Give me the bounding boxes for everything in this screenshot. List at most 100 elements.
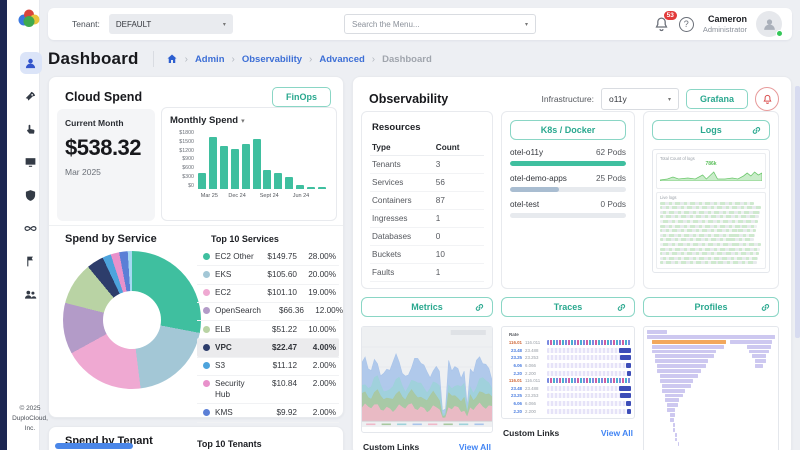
service-row-ec2[interactable]: EC2$101.1019.00%	[197, 284, 339, 302]
service-name: S3	[215, 361, 254, 371]
view-all-link[interactable]: View All	[459, 442, 491, 450]
pod-count: 0 Pods	[601, 200, 627, 209]
sidebar-item-workspaces[interactable]	[20, 151, 42, 173]
k8s-row-otel-demo-apps[interactable]: otel-demo-apps25 Pods	[510, 174, 626, 192]
service-row-vpc[interactable]: VPC $22.47 4.00%	[197, 338, 339, 356]
menu-search-select[interactable]: Search the Menu... ▾	[344, 14, 536, 34]
profiles-thumbnail[interactable]	[643, 326, 779, 450]
user-icon	[24, 57, 37, 70]
trace-rate: 116.01	[505, 378, 522, 383]
service-percent: 20.00%	[302, 270, 336, 279]
trace-row: 116.01116.011	[505, 377, 631, 385]
divider	[49, 225, 343, 226]
menu-search-placeholder: Search the Menu...	[352, 20, 420, 29]
flame-graph-row	[647, 403, 775, 407]
service-name: VPC	[215, 343, 254, 353]
trace-rate-secondary: 2.200	[525, 371, 544, 376]
service-percent: 4.00%	[302, 343, 336, 352]
chevron-down-icon: ▾	[668, 96, 671, 103]
sidebar-item-deployments[interactable]	[20, 85, 42, 107]
traces-thumbnail[interactable]: Rate 116.01116.01123.4823.48823.2523.253…	[501, 326, 635, 419]
service-row-kms[interactable]: KMS$9.922.00%	[197, 403, 339, 421]
copyright-text: © 2025 DuploCloud, Inc.	[7, 404, 53, 434]
infrastructure-select[interactable]: o11y ▾	[601, 88, 679, 110]
profiles-button[interactable]: Profiles	[643, 297, 779, 317]
sidebar-item-devops[interactable]	[20, 217, 42, 239]
topbar: Tenant: DEFAULT ▾ Search the Menu... ▾ 5…	[48, 8, 792, 40]
traces-button[interactable]: Traces	[501, 297, 635, 317]
finops-button[interactable]: FinOps	[272, 87, 331, 107]
service-row-security-hub[interactable]: Security Hub$10.842.00%	[197, 375, 339, 404]
sidebar-item-cloud-services[interactable]	[20, 118, 42, 140]
team-icon	[24, 288, 37, 301]
resource-row-tenants: Tenants3	[370, 156, 484, 174]
service-name: EC2 Other	[215, 252, 254, 262]
service-row-elb[interactable]: ELB$51.2210.00%	[197, 320, 339, 338]
flame-graph-row	[647, 408, 775, 412]
k8s-row-otel-o11y[interactable]: otel-o11y62 Pods	[510, 148, 626, 166]
flame-graph-row	[647, 398, 775, 402]
x-tick: Mar 25	[201, 193, 218, 199]
custom-links-label: Custom Links	[363, 442, 419, 450]
horizontal-scrollbar-thumb[interactable]	[55, 443, 133, 449]
sidebar-item-users[interactable]	[20, 283, 42, 305]
service-row-opensearch[interactable]: OpenSearch$66.3612.00%	[197, 302, 339, 320]
bar-Jan 25	[220, 146, 228, 189]
user-menu[interactable]: Cameron Administrator	[703, 14, 747, 35]
trace-span-bar	[547, 355, 631, 360]
sidebar-item-security[interactable]	[20, 184, 42, 206]
trace-rate-secondary: 6.066	[525, 363, 544, 368]
metrics-thumbnail[interactable]	[361, 326, 493, 433]
spend-by-service-title: Spend by Service	[65, 233, 157, 245]
trace-rate: 2.20	[505, 409, 522, 414]
infrastructure-value: o11y	[609, 94, 627, 104]
service-amount: $11.12	[259, 361, 297, 370]
grafana-button[interactable]: Grafana	[686, 89, 748, 109]
sidebar-item-organization[interactable]	[20, 250, 42, 272]
alerts-button[interactable]	[755, 87, 779, 111]
help-button[interactable]: ?	[679, 17, 694, 32]
service-row-s3[interactable]: S3$11.122.00%	[197, 357, 339, 375]
cloud-spend-title: Cloud Spend	[65, 90, 142, 104]
service-amount: $51.22	[259, 325, 297, 334]
bar-Jul 24	[285, 177, 293, 189]
logs-button[interactable]: Logs	[652, 120, 770, 140]
bar-Sept 24	[263, 170, 271, 189]
vertical-scrollbar-thumb[interactable]	[795, 86, 800, 338]
trace-span-bar	[547, 409, 631, 414]
legend-dot	[203, 362, 210, 369]
monthly-spend-dropdown[interactable]: Monthly Spend▾	[170, 115, 328, 126]
breadcrumb-item-observability[interactable]: Observability	[242, 54, 302, 65]
trace-rate-secondary: 23.253	[525, 355, 544, 360]
breadcrumb-item-admin[interactable]: Admin	[195, 54, 225, 65]
breadcrumb-item-advanced[interactable]: Advanced	[319, 54, 364, 65]
bar-Dec 24	[231, 149, 239, 189]
service-row-ec2-other[interactable]: EC2 Other$149.7528.00%	[197, 248, 339, 265]
trace-span-bar	[547, 378, 631, 383]
traces-rate-header: Rate	[509, 332, 631, 337]
flame-graph-row	[647, 418, 775, 422]
k8s-docker-button[interactable]: K8s / Docker	[510, 120, 626, 140]
k8s-docker-card: K8s / Docker otel-o11y62 Pods otel-demo-a…	[501, 111, 635, 289]
metrics-button[interactable]: Metrics	[361, 297, 493, 317]
tenant-select[interactable]: DEFAULT ▾	[109, 14, 233, 34]
service-amount: $101.10	[259, 288, 297, 297]
home-icon[interactable]	[166, 53, 178, 65]
legend-dot	[203, 271, 210, 278]
pods-progress-bar	[510, 161, 626, 166]
avatar[interactable]	[756, 11, 782, 37]
flame-graph-row	[647, 384, 775, 388]
service-amount: $22.47	[259, 343, 297, 352]
user-role: Administrator	[703, 25, 747, 34]
service-percent: 19.00%	[302, 288, 336, 297]
trace-rate: 23.48	[505, 386, 522, 391]
legend-dot	[203, 380, 210, 387]
logs-thumbnail[interactable]: Total Count of logs 786k Live logs	[652, 149, 770, 273]
bar-Aug 24	[274, 173, 282, 189]
notifications-button[interactable]: 53	[653, 16, 670, 33]
service-row-eks[interactable]: EKS$105.6020.00%	[197, 265, 339, 283]
k8s-row-otel-test[interactable]: otel-test0 Pods	[510, 200, 626, 218]
view-all-link[interactable]: View All	[601, 428, 633, 438]
trace-rate: 2.20	[505, 371, 522, 376]
sidebar-item-dashboard[interactable]	[20, 52, 42, 74]
